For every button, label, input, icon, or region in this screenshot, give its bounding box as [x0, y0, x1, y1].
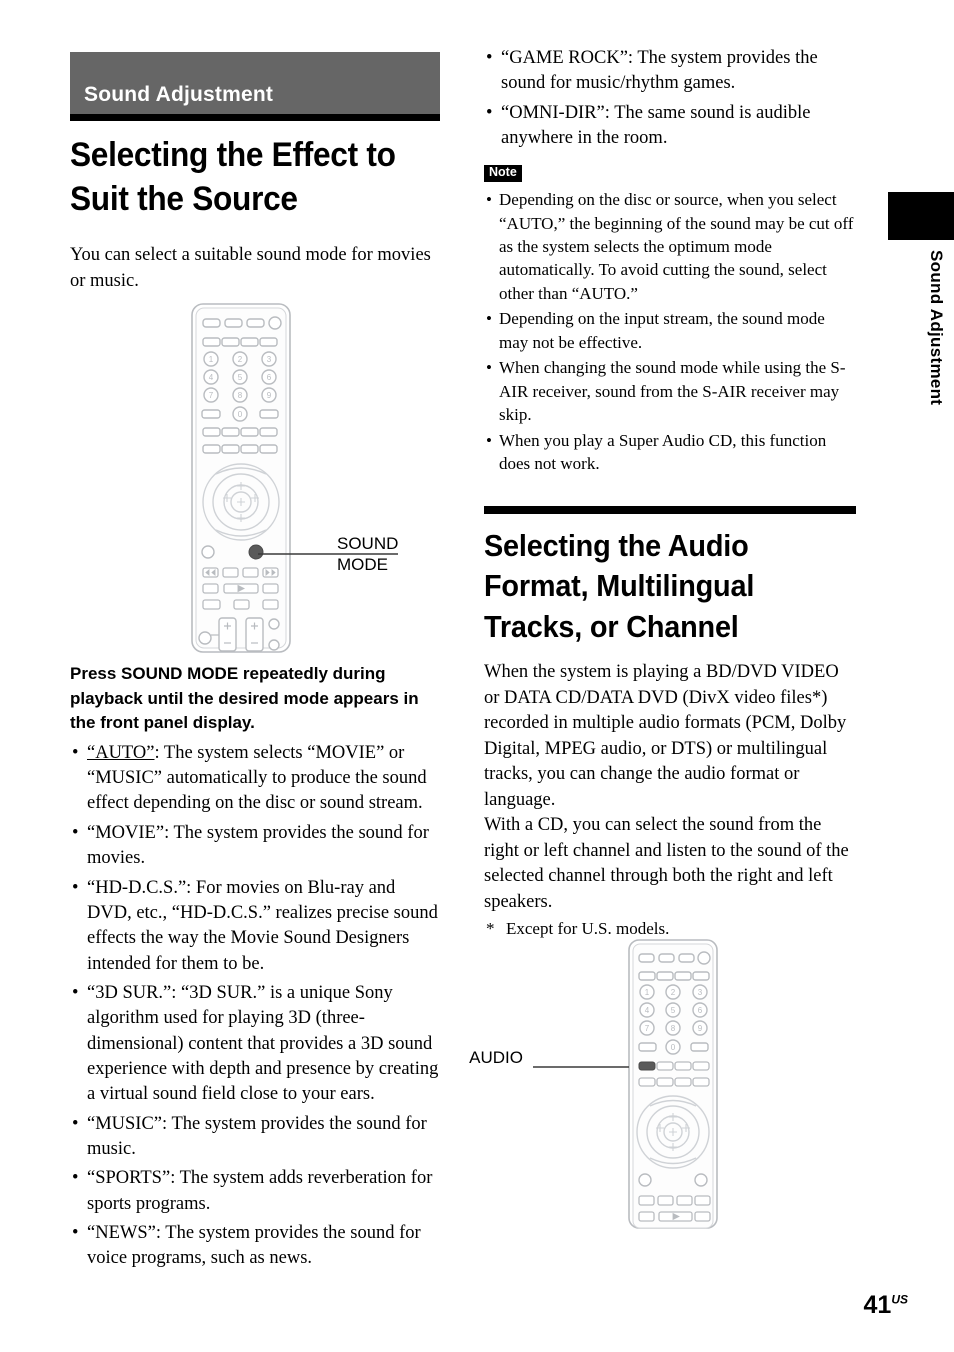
svg-text:9: 9	[698, 1024, 703, 1033]
page-number: 41US	[864, 1293, 908, 1318]
svg-text:9: 9	[267, 391, 272, 400]
body-paragraph: When the system is playing a BD/DVD VIDE…	[484, 662, 847, 810]
audio-callout-leader	[533, 1066, 629, 1068]
round-button-left	[201, 545, 215, 559]
bullet-term: “MOVIE”	[87, 822, 165, 843]
list-item: When you play a Super Audio CD, this fun…	[484, 429, 856, 476]
body-paragraph: With a CD, you can select the sound from…	[484, 815, 849, 912]
svg-text:5: 5	[671, 1006, 676, 1015]
bullet-term: “AUTO”	[87, 742, 155, 763]
svg-text:8: 8	[671, 1024, 676, 1033]
svg-text:8: 8	[238, 391, 243, 400]
instruction-lead-in: Press SOUND MODE repeatedly during playb…	[70, 664, 419, 732]
svg-text:0: 0	[238, 410, 243, 419]
svg-text:1: 1	[209, 355, 214, 364]
remote-control-sound-mode-figure: 1 2 3 4 5 6 7 8 9 0 SOUND MODE	[186, 300, 398, 660]
note-list: Depending on the disc or source, when yo…	[484, 188, 856, 475]
svg-text:5: 5	[238, 373, 243, 382]
list-item: “MOVIE”: The system provides the sound f…	[70, 821, 440, 872]
svg-text:7: 7	[645, 1024, 650, 1033]
sound-mode-list-continued: “GAME ROCK”: The system provides the sou…	[484, 46, 856, 151]
svg-text:6: 6	[698, 1006, 703, 1015]
section-band-label: Sound Adjustment	[84, 83, 274, 106]
bullet-term: “3D SUR.”	[87, 982, 172, 1003]
bullet-term: “SPORTS”	[87, 1168, 171, 1189]
sound-mode-list: “AUTO”: The system selects “MOVIE” or “M…	[70, 741, 440, 1272]
list-item: “AUTO”: The system selects “MOVIE” or “M…	[70, 741, 440, 817]
list-item: Depending on the input stream, the sound…	[484, 307, 856, 354]
page-title: Selecting the Effect to Suit the Source	[70, 136, 396, 219]
svg-text:4: 4	[209, 373, 214, 382]
section-band: Sound Adjustment	[70, 52, 440, 114]
intro-paragraph: You can select a suitable sound mode for…	[70, 245, 431, 291]
bullet-term: “NEWS”	[87, 1222, 156, 1243]
svg-text:7: 7	[209, 391, 214, 400]
section-band-rule	[70, 114, 440, 121]
list-item: “GAME ROCK”: The system provides the sou…	[484, 46, 856, 97]
right-column: “GAME ROCK”: The system provides the sou…	[484, 40, 856, 941]
page-number-value: 41	[863, 1291, 892, 1319]
svg-text:3: 3	[267, 355, 272, 364]
list-item: “NEWS”: The system provides the sound fo…	[70, 1221, 440, 1272]
list-item: “SPORTS”: The system adds reverberation …	[70, 1166, 440, 1217]
svg-text:2: 2	[238, 355, 243, 364]
remote-control-audio-figure: 1 2 3 4 5 6 7 8 9 0 AUDIO	[469, 936, 721, 1236]
bullet-term: “MUSIC”	[87, 1113, 163, 1134]
list-item: “3D SUR.”: “3D SUR.” is a unique Sony al…	[70, 981, 440, 1108]
bullet-term: “HD-D.C.S.”	[87, 877, 187, 898]
page-region-suffix: US	[891, 1292, 908, 1307]
svg-text:4: 4	[645, 1006, 650, 1015]
svg-text:6: 6	[267, 373, 272, 382]
list-item: “OMNI-DIR”: The same sound is audible an…	[484, 101, 856, 152]
section-heading-rule	[484, 505, 856, 514]
list-item: “MUSIC”: The system provides the sound f…	[70, 1112, 440, 1163]
svg-text:0: 0	[671, 1043, 676, 1052]
svg-text:3: 3	[698, 988, 703, 997]
list-item: Depending on the disc or source, when yo…	[484, 188, 856, 305]
remote-control-illustration: 1 2 3 4 5 6 7 8 9 0	[628, 939, 718, 1229]
thumb-index-tab	[888, 192, 954, 240]
remote-control-illustration: 1 2 3 4 5 6 7 8 9 0	[191, 303, 291, 653]
list-item: “HD-D.C.S.”: For movies on Blu-ray and D…	[70, 876, 440, 977]
audio-callout-label: AUDIO	[469, 1048, 523, 1067]
svg-text:1: 1	[645, 988, 650, 997]
list-item: When changing the sound mode while using…	[484, 356, 856, 426]
note-badge: Note	[484, 165, 522, 183]
footnote-marker: *	[486, 919, 495, 939]
side-tab-label: Sound Adjustment	[927, 250, 946, 406]
section-title-audio-format: Selecting the Audio Format, Multilingual…	[484, 527, 755, 645]
svg-text:2: 2	[671, 988, 676, 997]
sound-mode-callout-label: SOUND MODE	[337, 534, 399, 574]
left-column: Sound Adjustment Selecting the Effect to…	[70, 52, 440, 1272]
